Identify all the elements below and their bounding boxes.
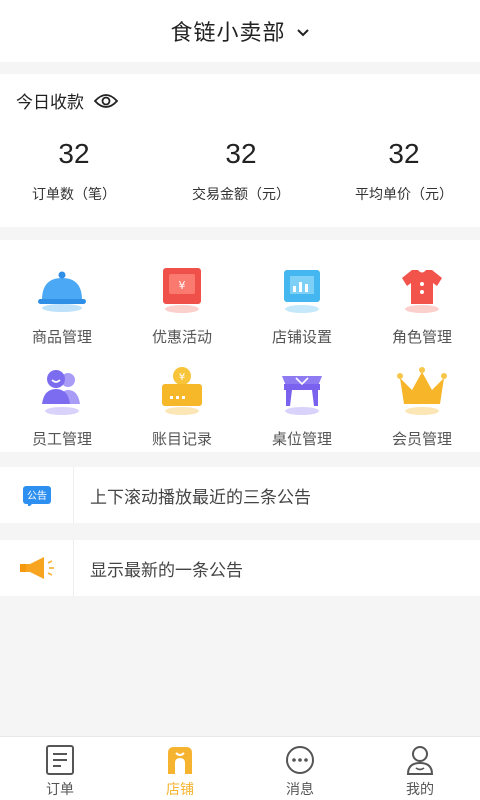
menu-item-table[interactable]: 桌位管理: [242, 350, 362, 450]
message-bubble-icon: [286, 746, 314, 774]
income-label: 今日收款: [16, 93, 84, 113]
stat-caption: 交易金额（元）: [192, 187, 290, 203]
bottom-tabbar: 订单 店铺 消息 我的: [0, 736, 480, 800]
order-list-icon: [46, 745, 74, 775]
notice-text: 上下滚动播放最近的三条公告: [90, 487, 311, 508]
tab-label: 店铺: [166, 782, 194, 798]
store-icon: [168, 747, 192, 774]
store-settings-icon: [284, 270, 320, 313]
svg-text:¥: ¥: [179, 279, 186, 292]
menu-item-label: 优惠活动: [151, 328, 212, 346]
tab-messages[interactable]: 消息: [240, 737, 360, 800]
tab-store[interactable]: 店铺: [120, 737, 240, 800]
menu-item-discount[interactable]: ¥ 优惠活动: [122, 248, 242, 348]
account-wallet-icon: ¥: [162, 367, 202, 415]
menu-item-label: 店铺设置: [271, 328, 332, 346]
table-icon: [282, 376, 322, 415]
staff-people-icon: [42, 370, 80, 415]
function-grid: 商品管理 ¥ 优惠活动 店铺设置 角色管理 员工管理 ¥ 账目记录 桌位管理 会…: [0, 240, 480, 452]
discount-coupon-icon: ¥: [163, 268, 201, 313]
member-crown-icon: [397, 367, 447, 415]
notice-scroll[interactable]: 公告 上下滚动播放最近的三条公告: [0, 467, 480, 523]
tab-label: 我的: [406, 782, 434, 798]
menu-item-label: 桌位管理: [271, 430, 332, 448]
tab-orders[interactable]: 订单: [0, 737, 120, 800]
tab-label: 订单: [46, 782, 74, 798]
notice-latest[interactable]: 显示最新的一条公告: [0, 540, 480, 596]
menu-item-label: 角色管理: [391, 328, 452, 346]
product-cloche-icon: [38, 271, 86, 312]
tab-mine[interactable]: 我的: [360, 737, 480, 800]
menu-item-product[interactable]: 商品管理: [2, 248, 122, 348]
menu-item-label: 会员管理: [391, 430, 452, 448]
eye-icon[interactable]: [94, 93, 118, 109]
store-title: 食链小卖部: [170, 21, 286, 46]
stat-value: 32: [388, 138, 420, 169]
stat-caption: 订单数（笔）: [32, 187, 116, 203]
svg-text:¥: ¥: [179, 372, 185, 383]
megaphone-icon: [19, 557, 54, 579]
notice-text: 显示最新的一条公告: [90, 560, 243, 581]
stat-value: 32: [58, 138, 90, 169]
header: 食链小卖部: [0, 0, 480, 62]
menu-item-label: 员工管理: [31, 430, 92, 448]
menu-item-role[interactable]: 角色管理: [362, 248, 480, 348]
notice-badge-label: 公告: [27, 489, 47, 502]
stat-value: 32: [225, 138, 257, 169]
menu-item-store-settings[interactable]: 店铺设置: [242, 248, 362, 348]
stat-average: 32 平均单价（元）: [324, 134, 480, 204]
user-profile-icon: [406, 746, 434, 775]
store-selector[interactable]: 食链小卖部: [170, 15, 309, 47]
menu-item-label: 商品管理: [31, 328, 92, 346]
menu-item-label: 账目记录: [151, 430, 212, 448]
menu-item-account[interactable]: ¥ 账目记录: [122, 350, 242, 450]
menu-item-member[interactable]: 会员管理: [362, 350, 480, 450]
stat-caption: 平均单价（元）: [355, 187, 453, 203]
chevron-down-icon: [296, 29, 309, 37]
stat-orders: 32 订单数（笔）: [0, 134, 154, 204]
menu-item-staff[interactable]: 员工管理: [2, 350, 122, 450]
notice-badge-icon: 公告: [22, 486, 51, 506]
stat-amount: 32 交易金额（元）: [161, 134, 321, 204]
income-panel: 今日收款 32 订单数（笔） 32 交易金额（元） 32 平均单价（元）: [0, 74, 480, 227]
role-shirt-icon: [402, 270, 442, 313]
tab-label: 消息: [286, 782, 314, 798]
